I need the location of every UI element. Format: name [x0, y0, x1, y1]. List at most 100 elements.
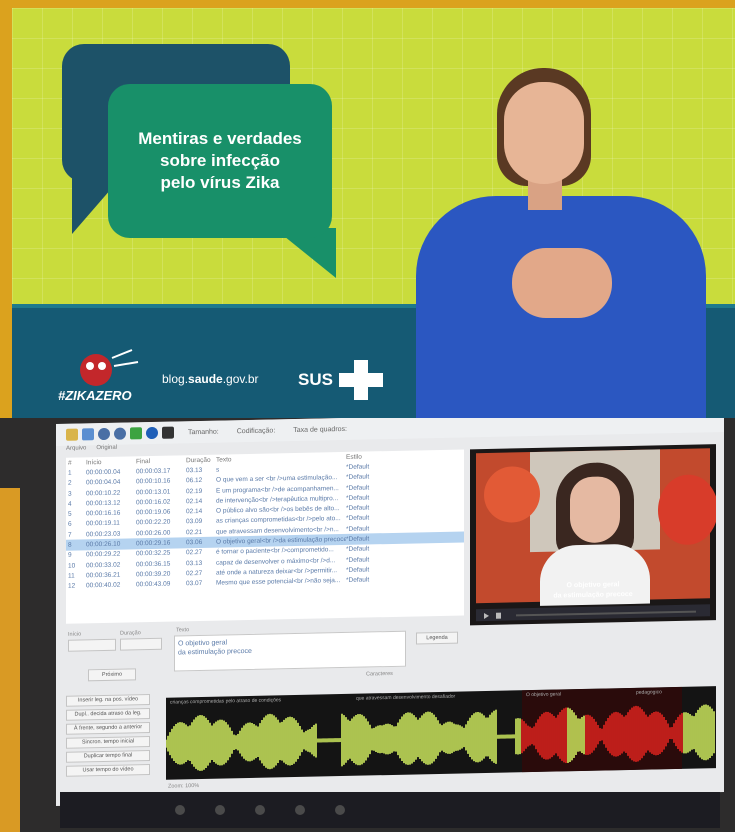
- table-cell: *Default: [346, 504, 370, 513]
- table-cell: 00:00:22.20: [136, 519, 171, 527]
- start-label: Início: [68, 631, 82, 638]
- table-cell: 00:00:32.25: [136, 549, 171, 558]
- tab-original[interactable]: Original: [96, 445, 117, 455]
- banner-panel: Mentiras e verdades sobre infecção pelo …: [12, 8, 735, 418]
- blog-url-suffix: .gov.br: [222, 372, 259, 386]
- table-cell: 02.14: [186, 497, 203, 506]
- start-time-field[interactable]: [68, 638, 116, 652]
- table-cell: 03.07: [186, 580, 203, 588]
- monitor-photo: Tamanho: Codificação: Taxa de quadros: A…: [0, 418, 735, 832]
- taskbar: [60, 792, 720, 828]
- bubble-line: sobre infecção: [160, 151, 280, 170]
- table-cell: 2: [68, 479, 72, 487]
- blog-url[interactable]: blog.saude.gov.br: [162, 372, 259, 386]
- subtitle-button[interactable]: Legenda: [416, 631, 458, 645]
- stop-icon: [496, 612, 501, 619]
- sus-logo: SUS: [298, 360, 383, 400]
- table-cell: *Default: [346, 566, 370, 574]
- table-cell: 02.21: [186, 528, 203, 536]
- help-icon[interactable]: [146, 426, 158, 440]
- orange-edge: [0, 488, 20, 832]
- zoom-control[interactable]: Zoom: 100%: [168, 783, 199, 790]
- blog-url-prefix: blog.: [162, 372, 189, 386]
- bubble-line: pelo vírus Zika: [160, 173, 280, 192]
- table-cell: 00:00:36.21: [86, 571, 121, 580]
- left-action-panel: Inserir leg. na pos. vídeo Dupl.. decida…: [66, 694, 150, 806]
- wave-label: O objetivo geral: [526, 691, 562, 699]
- audio-waveform[interactable]: crianças comprometidas pelo atraso de co…: [166, 686, 716, 780]
- table-cell: 03.13: [186, 559, 203, 567]
- table-cell: 12: [68, 582, 76, 590]
- column-header[interactable]: Final: [136, 457, 186, 465]
- use-video-time-button[interactable]: Usar tempo do vídeo: [66, 764, 150, 777]
- table-cell: *Default: [346, 483, 370, 492]
- duplicate-end-button[interactable]: Duplicar tempo final: [66, 750, 150, 763]
- framerate-label: Taxa de quadros:: [293, 425, 347, 434]
- play-icon: [484, 613, 489, 620]
- table-cell: 00:00:29.16: [136, 539, 171, 548]
- table-cell: 00:00:04.04: [86, 478, 121, 487]
- column-header[interactable]: Estilo: [346, 452, 426, 460]
- table-cell: 7: [68, 531, 72, 539]
- video-controls[interactable]: [476, 604, 710, 622]
- interpreter-hands: [512, 248, 612, 318]
- video-preview[interactable]: O objetivo geral da estimulação precoce: [470, 444, 716, 626]
- wave-label: pedagogico: [636, 689, 662, 696]
- check-icon[interactable]: [130, 427, 142, 440]
- open-folder-icon[interactable]: [66, 428, 78, 441]
- column-header[interactable]: Duração: [186, 456, 216, 464]
- table-cell: *Default: [346, 576, 370, 585]
- video-subtitle: O objetivo geral da estimulação precoce: [470, 578, 716, 603]
- table-cell: Mesmo que esse potencial<br />não seja..…: [216, 577, 341, 587]
- insert-subtitle-button[interactable]: Inserir leg. na pos. vídeo: [66, 694, 150, 707]
- save-icon[interactable]: [82, 428, 94, 441]
- table-cell: 00:00:40.02: [86, 581, 121, 590]
- size-label: Tamanho:: [188, 428, 219, 436]
- table-cell: 00:00:19.11: [86, 520, 120, 528]
- next-button[interactable]: Próximo: [88, 668, 136, 682]
- table-cell: 00:00:10.22: [86, 489, 121, 497]
- table-cell: 02.19: [186, 487, 203, 495]
- table-cell: 10: [68, 562, 76, 570]
- column-header[interactable]: #: [66, 459, 86, 466]
- subtitle-text-input[interactable]: O objetivo geral da estimulação precoce: [174, 630, 406, 672]
- table-cell: 03.09: [186, 518, 203, 526]
- table-cell: 3: [68, 490, 72, 498]
- table-cell: 00:00:13.01: [136, 488, 171, 496]
- duration-label: Duração: [120, 630, 141, 637]
- table-cell: 06.12: [186, 477, 203, 485]
- table-cell: 00:00:29.22: [86, 550, 121, 559]
- table-cell: 00:00:26.10: [86, 540, 121, 549]
- bubble-line: Mentiras e verdades: [138, 129, 302, 148]
- table-cell: *Default: [346, 473, 370, 482]
- zika-logo-text: #ZIKAZERO: [58, 388, 132, 403]
- tab-arquivo[interactable]: Arquivo: [66, 445, 86, 455]
- sus-cross-icon: [338, 360, 383, 400]
- search-icon[interactable]: [98, 427, 110, 441]
- table-cell: 00:00:00.04: [86, 468, 121, 477]
- column-header[interactable]: Início: [86, 458, 136, 466]
- encoding-label: Codificação:: [236, 426, 276, 435]
- characters-label: Caracteres: [366, 670, 393, 678]
- video-banner: Mentiras e verdades sobre infecção pelo …: [0, 0, 735, 418]
- table-cell: 11: [68, 572, 75, 580]
- delay-button[interactable]: Dupl.. decida atraso da leg.: [66, 708, 150, 721]
- table-cell: *Default: [346, 463, 370, 471]
- forward-button[interactable]: À frente, segundo a anterior: [66, 722, 150, 735]
- blog-url-bold: saude: [188, 372, 223, 386]
- duration-field[interactable]: [120, 637, 162, 651]
- table-cell: 00:00:03.17: [136, 467, 171, 476]
- table-cell: *Default: [346, 514, 370, 523]
- replace-icon[interactable]: [114, 427, 126, 440]
- table-cell: 9: [68, 551, 72, 560]
- sync-start-button[interactable]: Sincron. tempo inicial: [66, 736, 150, 749]
- table-cell: 03.13: [186, 466, 203, 475]
- table-cell: 00:00:33.02: [86, 561, 121, 569]
- table-cell: 00:00:16.16: [86, 509, 121, 518]
- table-cell: 00:00:23.03: [86, 530, 121, 539]
- table-cell: 00:00:36.15: [136, 560, 171, 568]
- toolbar-labels: Tamanho: Codificação: Taxa de quadros:: [188, 425, 347, 435]
- video-icon[interactable]: [162, 426, 174, 439]
- table-cell: 00:00:13.12: [86, 499, 121, 508]
- table-cell: 00:00:39.20: [136, 570, 171, 579]
